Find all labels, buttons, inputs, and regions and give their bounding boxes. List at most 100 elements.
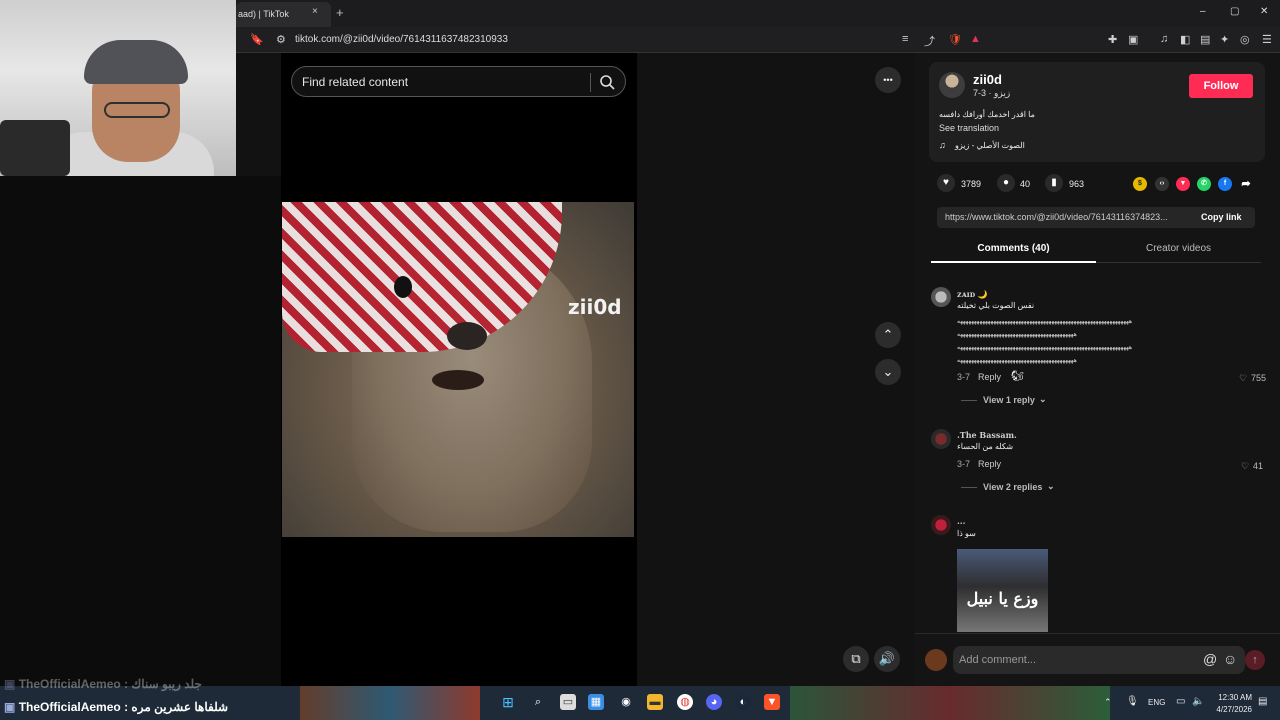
desktop-wallpaper-strip — [790, 686, 1110, 720]
reply-button[interactable]: Reply — [978, 459, 1001, 469]
next-video-button[interactable]: ⌄ — [875, 359, 901, 385]
share-link-text[interactable]: https://www.tiktok.com/@zii0d/video/7614… — [945, 212, 1185, 222]
save-count: 963 — [1069, 179, 1085, 189]
commenter-name[interactable]: .The Bassam. — [957, 430, 1017, 440]
webcam-overlay — [0, 0, 236, 176]
brave-rewards-icon[interactable]: ▲ — [970, 33, 981, 45]
comment-date: 3-7 — [957, 372, 971, 382]
menu-icon[interactable]: ☰ — [1262, 33, 1272, 46]
extensions-icon[interactable]: ✚ — [1108, 33, 1117, 46]
chat-text: : جلد ريبو سناك — [124, 677, 202, 691]
share-arrow-icon[interactable]: ➦ — [1239, 177, 1253, 191]
sound-link[interactable]: الصوت الأصلي - زيزو — [955, 141, 1025, 150]
close-tab-icon[interactable]: × — [312, 6, 318, 17]
facebook-icon[interactable]: f — [1218, 177, 1232, 191]
video-player[interactable]: zii0d — [282, 202, 634, 537]
comment-text: شكله من الحساء — [957, 442, 1014, 451]
leo-icon[interactable]: ✦ — [1220, 33, 1229, 46]
post-comment-button[interactable]: ↑ — [1245, 650, 1265, 670]
maximize-button[interactable]: ▢ — [1230, 6, 1239, 17]
search-icon[interactable] — [598, 73, 616, 91]
chevron-down-icon[interactable]: ⌄ — [1047, 481, 1055, 492]
task-view-icon[interactable]: ▭ — [560, 694, 576, 710]
view-replies-button[interactable]: View 2 replies — [983, 482, 1042, 492]
microphone-icon[interactable]: 🎙 — [1126, 696, 1139, 707]
discord-icon[interactable]: ◕ — [706, 694, 722, 710]
streamer-cap — [84, 40, 188, 84]
previous-video-button[interactable]: ⌃ — [875, 322, 901, 348]
clock-date[interactable]: 4/27/2026 — [1212, 705, 1252, 714]
follow-button[interactable]: Follow — [1189, 74, 1253, 98]
music-note-icon: ♫ — [939, 140, 946, 150]
reader-icon[interactable]: ≡ — [902, 33, 908, 45]
reply-line — [961, 487, 977, 488]
brave-shield-icon[interactable]: 🛡 — [948, 33, 962, 46]
author-name[interactable]: zii0d — [973, 72, 1002, 87]
tab-comments[interactable]: Comments (40) — [931, 243, 1096, 263]
comment-date: 3-7 — [957, 459, 971, 469]
url-field[interactable]: tiktok.com/@zii0d/video/7614311637482310… — [295, 34, 508, 45]
more-options-button[interactable]: ••• — [875, 67, 901, 93]
vpn-icon[interactable]: ◎ — [1240, 33, 1250, 46]
embed-icon[interactable]: ‹› — [1155, 177, 1169, 191]
wallet-icon[interactable]: ▤ — [1200, 33, 1210, 46]
post-info-card: zii0d زيزو · 3-7 Follow ما اقدر اخدمك أو… — [929, 62, 1265, 162]
comment-icon[interactable]: ● — [997, 174, 1015, 192]
comment-like-icon[interactable]: ♡ — [1241, 461, 1249, 472]
emoji-icon[interactable]: ☺ — [1223, 651, 1237, 667]
start-icon[interactable]: ⊞ — [500, 694, 516, 710]
tab-creator-videos[interactable]: Creator videos — [1096, 243, 1261, 263]
whatsapp-icon[interactable]: ✆ — [1197, 177, 1211, 191]
reply-button[interactable]: Reply — [978, 372, 1001, 382]
commenter-avatar[interactable] — [931, 429, 951, 449]
chat-message: ▣ TheOfficialAemeo : جلد ريبو سناك — [4, 677, 202, 691]
left-blank-area — [0, 176, 281, 686]
new-tab-button[interactable]: + — [336, 5, 344, 20]
commenter-name[interactable]: ... — [957, 516, 965, 526]
file-explorer-icon[interactable]: ▬ — [647, 694, 663, 710]
steam-icon[interactable]: ◐ — [735, 694, 751, 710]
see-translation-link[interactable]: See translation — [939, 123, 999, 133]
language-indicator[interactable]: ENG — [1148, 698, 1165, 707]
minimize-button[interactable]: – — [1200, 6, 1206, 17]
brave-icon[interactable]: ▼ — [764, 694, 780, 710]
post-description: ما اقدر اخدمك أورافك دافسه — [939, 110, 1035, 119]
tray-chevron-icon[interactable]: ⌃ — [1104, 697, 1112, 708]
commenter-avatar[interactable] — [931, 515, 951, 535]
search-taskbar-icon[interactable]: ⌕ — [530, 694, 546, 710]
volume-icon[interactable]: 🔊 — [874, 646, 900, 672]
mention-icon[interactable]: @ — [1203, 651, 1217, 667]
media-icon[interactable]: ♫ — [1160, 33, 1168, 45]
site-settings-icon[interactable]: ⚙ — [276, 33, 286, 46]
close-window-button[interactable]: ✕ — [1260, 6, 1268, 17]
like-icon[interactable]: ♥ — [937, 174, 955, 192]
network-icon[interactable]: ▭ — [1176, 696, 1185, 707]
coin-share-icon[interactable]: $ — [1133, 177, 1147, 191]
details-panel: zii0d زيزو · 3-7 Follow ما اقدر اخدمك أو… — [915, 53, 1280, 686]
bookmark-icon[interactable]: 🔖 — [250, 33, 264, 46]
screenshot-icon[interactable]: ▣ — [1128, 33, 1138, 46]
commenter-avatar[interactable] — [931, 287, 951, 307]
send-to-friends-icon[interactable]: ▼ — [1176, 177, 1190, 191]
pip-button[interactable]: ⧉ — [843, 646, 869, 672]
comment-like-count: 41 — [1253, 461, 1264, 471]
clock-time[interactable]: 12:30 AM — [1214, 693, 1252, 702]
notification-icon[interactable]: ▤ — [1258, 696, 1267, 707]
comment-image[interactable]: وزع يا نبيل — [957, 549, 1048, 632]
chrome-icon[interactable]: ◍ — [677, 694, 693, 710]
copy-link-button[interactable]: Copy link — [1201, 212, 1242, 222]
commenter-name[interactable]: ᴢᴀɪᴅ 🌙 — [957, 289, 988, 299]
chevron-down-icon[interactable]: ⌄ — [1039, 394, 1047, 405]
browser-tab-bar: aad) | TikTok × + – ▢ ✕ — [236, 0, 1280, 27]
sidebar-icon[interactable]: ◧ — [1180, 33, 1190, 46]
view-replies-button[interactable]: View 1 reply — [983, 395, 1035, 405]
share-icon[interactable]: ⤴ — [924, 33, 935, 49]
store-icon[interactable]: ▦ — [588, 694, 604, 710]
save-icon[interactable]: ▮ — [1045, 174, 1063, 192]
related-search-box[interactable]: Find related content — [291, 66, 626, 97]
obs-icon[interactable]: ◉ — [618, 694, 634, 710]
volume-tray-icon[interactable]: 🔈 — [1192, 696, 1204, 707]
comment-like-icon[interactable]: ♡ — [1239, 373, 1247, 384]
comment-input[interactable]: Add comment... @ ☺ — [953, 646, 1245, 674]
author-avatar[interactable] — [939, 72, 965, 98]
